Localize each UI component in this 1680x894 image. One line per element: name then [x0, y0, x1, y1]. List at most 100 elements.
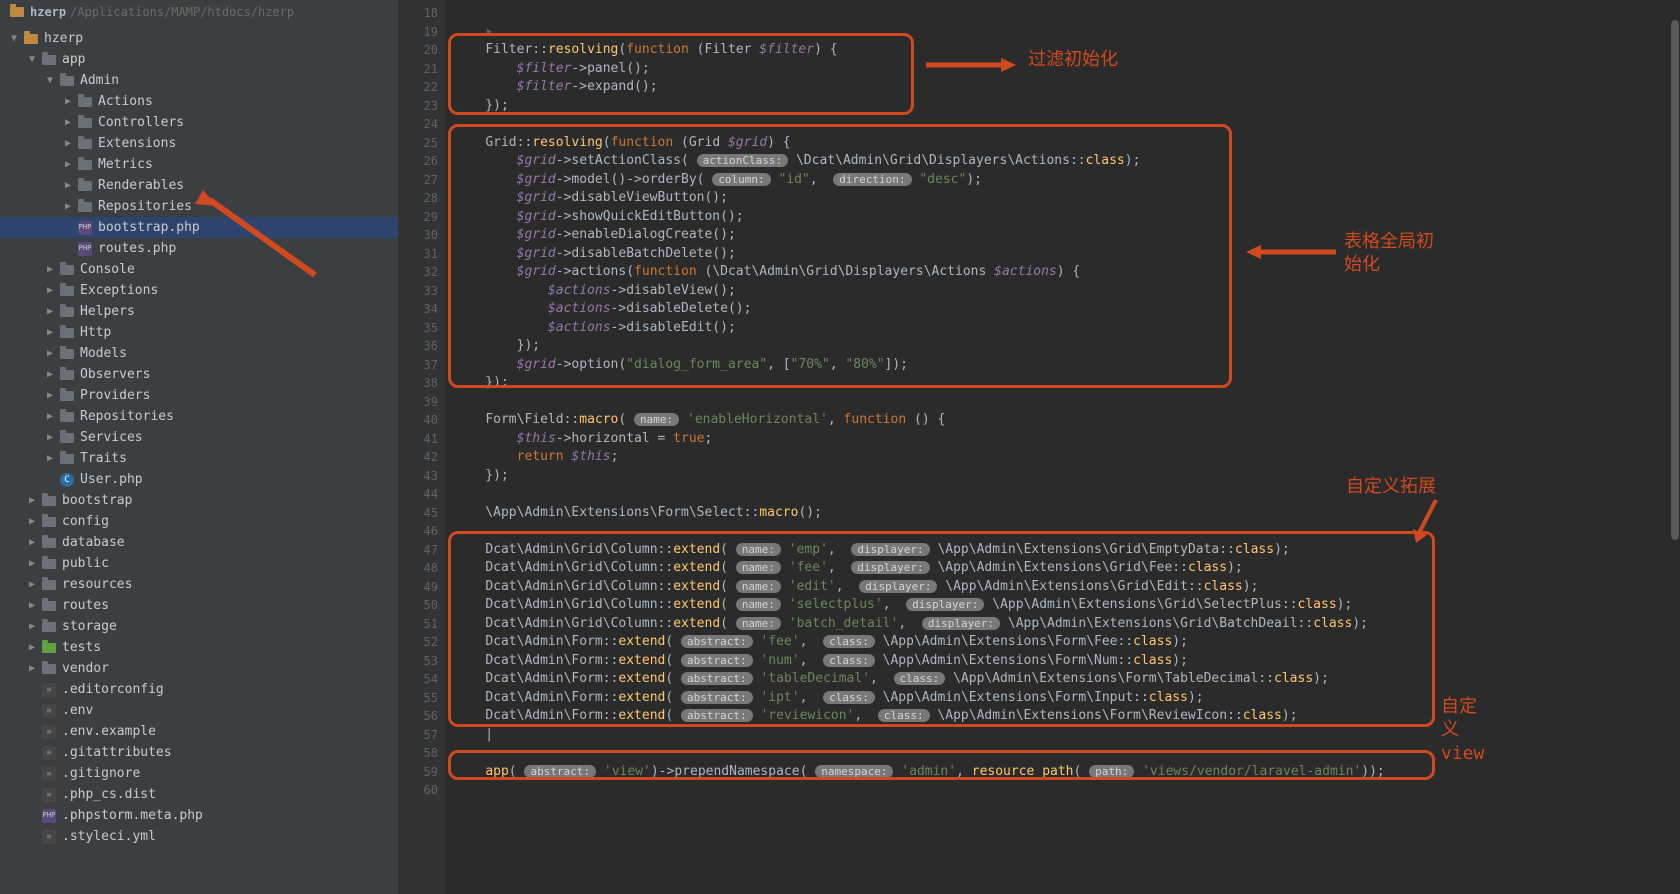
code-line: }); — [454, 97, 1680, 116]
folder-icon — [76, 157, 94, 173]
tree-folder[interactable]: ▶routes — [0, 595, 398, 616]
tree-folder[interactable]: ▼Admin — [0, 70, 398, 91]
tree-folder[interactable]: ▶database — [0, 532, 398, 553]
line-number: 24 — [398, 115, 438, 134]
tree-folder[interactable]: ▶Console — [0, 259, 398, 280]
tree-file[interactable]: CUser.php — [0, 469, 398, 490]
tree-file[interactable]: ≡.gitattributes — [0, 742, 398, 763]
tree-item-label: vendor — [62, 661, 109, 676]
code-line: }); — [454, 374, 1680, 393]
code-line: Dcat\Admin\Grid\Column::extend( name: 's… — [454, 596, 1680, 615]
tree-folder[interactable]: ▶Renderables — [0, 175, 398, 196]
chevron-icon: ▶ — [26, 495, 38, 506]
tree-folder[interactable]: ▶Metrics — [0, 154, 398, 175]
code-line: Form\Field::macro( name: 'enableHorizont… — [454, 411, 1680, 430]
tree-file[interactable]: ≡.editorconfig — [0, 679, 398, 700]
tree-file[interactable]: ≡.styleci.yml — [0, 826, 398, 847]
tree-folder[interactable]: ▶public — [0, 553, 398, 574]
tree-folder[interactable]: ▶tests — [0, 637, 398, 658]
tree-folder[interactable]: ▶Exceptions — [0, 280, 398, 301]
tree-folder[interactable]: ▼app — [0, 49, 398, 70]
file-tree[interactable]: ▼hzerp▼app▼Admin▶Actions▶Controllers▶Ext… — [0, 24, 398, 894]
line-number: 25 — [398, 134, 438, 153]
tree-file[interactable]: ≡.env — [0, 700, 398, 721]
tree-folder[interactable]: ▶Http — [0, 322, 398, 343]
code-line: Dcat\Admin\Form::extend( abstract: 'ipt'… — [454, 689, 1680, 708]
tree-item-label: .phpstorm.meta.php — [62, 808, 203, 823]
project-sidebar: hzerp /Applications/MAMP/htdocs/hzerp ▼h… — [0, 0, 398, 894]
tree-folder[interactable]: ▶bootstrap — [0, 490, 398, 511]
chevron-icon: ▶ — [62, 96, 74, 107]
tree-folder[interactable]: ▶Helpers — [0, 301, 398, 322]
chevron-icon — [26, 684, 38, 695]
text-file-icon: ≡ — [40, 745, 58, 761]
code-area[interactable]: ▸ Filter::resolving(function (Filter $fi… — [446, 0, 1680, 894]
tree-item-label: .env — [62, 703, 93, 718]
line-number: 36 — [398, 337, 438, 356]
line-number: 23 — [398, 97, 438, 116]
tree-file[interactable]: PHPbootstrap.php — [0, 217, 398, 238]
line-number: 60 — [398, 781, 438, 800]
code-line: $grid->setActionClass( actionClass: \Dca… — [454, 152, 1680, 171]
tree-folder[interactable]: ▶Providers — [0, 385, 398, 406]
tree-file[interactable]: PHProutes.php — [0, 238, 398, 259]
tree-folder[interactable]: ▶Controllers — [0, 112, 398, 133]
tree-folder[interactable]: ▶Observers — [0, 364, 398, 385]
chevron-icon: ▶ — [26, 663, 38, 674]
chevron-icon: ▶ — [44, 432, 56, 443]
line-number: 48 — [398, 559, 438, 578]
chevron-icon: ▶ — [44, 390, 56, 401]
tree-folder[interactable]: ▶config — [0, 511, 398, 532]
chevron-icon — [26, 747, 38, 758]
tree-folder[interactable]: ▼hzerp — [0, 28, 398, 49]
code-line: ▸ — [454, 23, 1680, 42]
tree-item-label: app — [62, 52, 85, 67]
chevron-icon: ▼ — [8, 33, 20, 44]
code-line: $grid->model()->orderBy( column: "id", d… — [454, 171, 1680, 190]
tree-folder[interactable]: ▶Models — [0, 343, 398, 364]
tree-folder[interactable]: ▶Repositories — [0, 196, 398, 217]
php-file-icon: PHP — [40, 808, 58, 824]
folder-icon — [40, 535, 58, 551]
code-line: }); — [454, 467, 1680, 486]
tree-file[interactable]: ≡.env.example — [0, 721, 398, 742]
chevron-icon — [26, 831, 38, 842]
tree-folder[interactable]: ▶Actions — [0, 91, 398, 112]
tree-folder[interactable]: ▶ Repositories — [0, 406, 398, 427]
folder-icon — [58, 346, 76, 362]
chevron-icon: ▶ — [44, 453, 56, 464]
code-editor[interactable]: 1819202122232425262728293031323334353637… — [398, 0, 1680, 894]
tree-folder[interactable]: ▶Extensions — [0, 133, 398, 154]
code-line — [454, 744, 1680, 763]
tree-folder[interactable]: ▶ vendor — [0, 658, 398, 679]
chevron-icon: ▶ — [26, 600, 38, 611]
code-line: Filter::resolving(function (Filter $filt… — [454, 41, 1680, 60]
code-line: $filter->panel(); — [454, 60, 1680, 79]
folder-icon — [58, 388, 76, 404]
chevron-icon: ▶ — [44, 411, 56, 422]
folder-icon — [58, 430, 76, 446]
line-gutter: 1819202122232425262728293031323334353637… — [398, 0, 446, 894]
tree-item-label: Helpers — [80, 304, 135, 319]
line-number: 49 — [398, 578, 438, 597]
line-number: 21 — [398, 60, 438, 79]
tree-folder[interactable]: ▶storage — [0, 616, 398, 637]
tree-folder[interactable]: ▶Services — [0, 427, 398, 448]
line-number: 53 — [398, 652, 438, 671]
tree-item-label: database — [62, 535, 125, 550]
tree-file[interactable]: ≡.gitignore — [0, 763, 398, 784]
code-line: $actions->disableView(); — [454, 282, 1680, 301]
code-line: $actions->disableDelete(); — [454, 300, 1680, 319]
code-line — [454, 393, 1680, 412]
code-line: $grid->actions(function (\Dcat\Admin\Gri… — [454, 263, 1680, 282]
tree-folder[interactable]: ▶resources — [0, 574, 398, 595]
folder-icon — [22, 31, 40, 47]
vertical-scrollbar[interactable] — [1668, 0, 1680, 894]
folder-icon — [76, 178, 94, 194]
tree-file[interactable]: ≡.php_cs.dist — [0, 784, 398, 805]
line-number: 50 — [398, 596, 438, 615]
tree-item-label: Repositories — [80, 409, 174, 424]
tree-item-label: .gitignore — [62, 766, 140, 781]
tree-folder[interactable]: ▶Traits — [0, 448, 398, 469]
tree-file[interactable]: PHP .phpstorm.meta.php — [0, 805, 398, 826]
